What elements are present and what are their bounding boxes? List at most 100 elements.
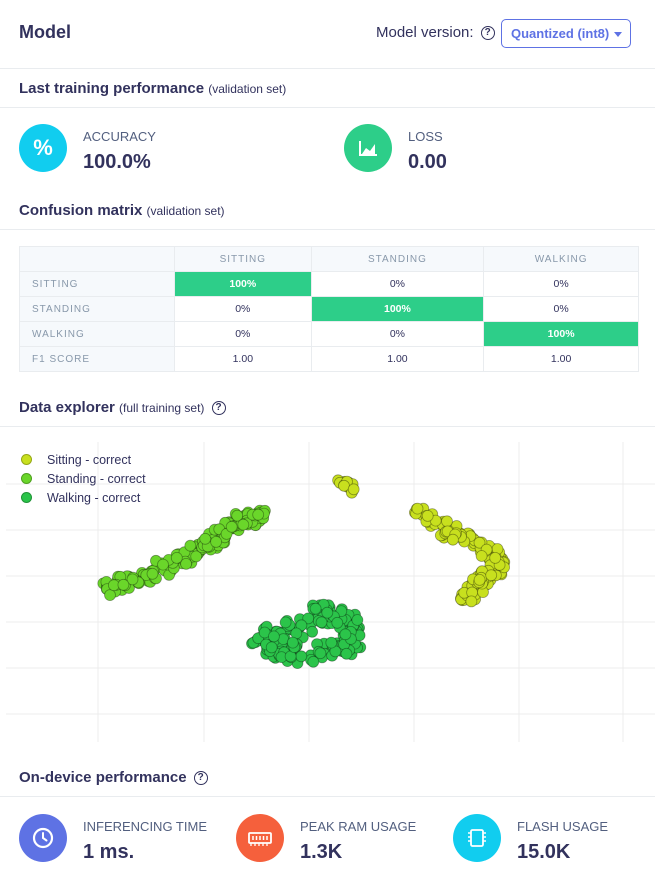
row-header: WALKING	[19, 321, 175, 347]
scatter-point	[314, 647, 327, 660]
page-title: Model	[19, 22, 71, 42]
help-icon[interactable]: ?	[480, 26, 495, 41]
scatter-point	[340, 647, 353, 660]
matrix-cell: 0%	[483, 296, 639, 322]
scatter-point	[485, 569, 498, 582]
model-version-text: Model version:	[376, 24, 474, 41]
scatter-point	[199, 532, 212, 545]
divider	[0, 68, 655, 69]
table-row: WALKING 0% 0% 100%	[19, 321, 639, 347]
accuracy-value: 100.0%	[83, 151, 151, 173]
confusion-heading-text: Confusion matrix	[19, 202, 143, 219]
legend-label: Sitting - correct	[47, 452, 132, 467]
scatter-point	[146, 567, 159, 580]
scatter-point	[411, 502, 424, 515]
training-heading-sub: (validation set)	[208, 82, 287, 96]
scatter-point	[446, 533, 459, 546]
scatter-point	[295, 650, 308, 663]
scatter-point	[184, 539, 197, 552]
divider	[0, 229, 655, 230]
model-version-label: Model version: ?	[376, 24, 495, 41]
column-header: STANDING	[310, 246, 485, 272]
legend-item[interactable]: Walking - correct	[21, 488, 146, 507]
accuracy-label: ACCURACY	[83, 129, 156, 144]
confusion-heading: Confusion matrix (validation set)	[19, 202, 225, 219]
scatter-point	[421, 510, 434, 522]
scatter-point	[279, 616, 292, 629]
legend-label: Walking - correct	[47, 490, 141, 505]
legend-item[interactable]: Standing - correct	[21, 469, 146, 488]
scatter-point	[252, 508, 265, 521]
divider	[0, 796, 655, 797]
matrix-cell: 100%	[310, 296, 485, 322]
training-heading-text: Last training performance	[19, 80, 205, 97]
scatter-point	[331, 616, 344, 629]
scatter-point	[286, 636, 299, 649]
scatter-point	[465, 595, 478, 608]
help-icon[interactable]: ?	[211, 401, 226, 416]
legend-label: Standing - correct	[47, 471, 146, 486]
legend-item[interactable]: Sitting - correct	[21, 450, 146, 469]
f1-cell: 1.00	[174, 346, 312, 372]
ondevice-heading-text: On-device performance	[19, 769, 187, 786]
explorer-heading-text: Data explorer	[19, 399, 115, 416]
matrix-cell: 0%	[310, 321, 485, 347]
model-version-select[interactable]: Quantized (int8)	[501, 19, 631, 48]
svg-text:%: %	[33, 135, 53, 160]
chip-icon	[453, 814, 501, 862]
ram-value: 1.3K	[300, 841, 343, 863]
row-header: STANDING	[19, 296, 175, 322]
matrix-cell: 0%	[174, 321, 312, 347]
percent-icon: %	[19, 124, 67, 172]
ram-label: PEAK RAM USAGE	[300, 819, 417, 834]
scatter-point	[351, 614, 364, 626]
table-row: F1 SCORE 1.00 1.00 1.00	[19, 346, 639, 372]
explorer-heading: Data explorer (full training set) ?	[19, 399, 226, 416]
confusion-matrix-table: SITTING STANDING WALKING SITTING 100% 0%…	[19, 246, 639, 372]
row-header: F1 SCORE	[19, 346, 175, 372]
matrix-cell: 0%	[483, 271, 639, 297]
scatter-point	[473, 573, 486, 586]
clock-icon	[19, 814, 67, 862]
help-icon[interactable]: ?	[193, 771, 208, 786]
scatter-point	[210, 536, 223, 548]
matrix-cell: 100%	[174, 271, 312, 297]
legend-swatch	[21, 492, 32, 503]
scatter-point	[339, 628, 352, 641]
legend-swatch	[21, 454, 32, 465]
loss-value: 0.00	[408, 151, 447, 173]
flash-label: FLASH USAGE	[517, 819, 609, 834]
scatter-point	[157, 558, 169, 571]
scatter-point	[225, 520, 238, 533]
explorer-heading-sub: (full training set)	[119, 401, 205, 415]
scatter-point	[321, 606, 334, 619]
scatter-point	[347, 483, 360, 496]
column-header: SITTING	[174, 246, 312, 272]
f1-cell: 1.00	[483, 346, 639, 372]
column-header: WALKING	[483, 246, 639, 272]
matrix-cell: 0%	[310, 271, 485, 297]
table-row: STANDING 0% 100% 0%	[19, 296, 639, 322]
chevron-down-icon	[614, 32, 622, 37]
scatter-point	[170, 552, 183, 564]
row-header: SITTING	[19, 271, 175, 297]
scatter-point	[267, 630, 280, 643]
inferencing-label: INFERENCING TIME	[83, 819, 207, 834]
scatter-point	[237, 518, 250, 531]
legend-swatch	[21, 473, 32, 484]
scatter-point	[104, 589, 116, 602]
confusion-heading-sub: (validation set)	[146, 204, 225, 218]
f1-cell: 1.00	[310, 346, 485, 372]
matrix-cell: 0%	[174, 296, 312, 322]
corner-cell	[19, 246, 175, 272]
matrix-cell: 100%	[483, 321, 639, 347]
scatter-point	[315, 616, 328, 629]
inferencing-value: 1 ms.	[83, 841, 135, 863]
table-header-row: SITTING STANDING WALKING	[19, 246, 639, 272]
training-heading: Last training performance (validation se…	[19, 80, 286, 97]
memory-icon	[236, 814, 284, 862]
model-version-value: Quantized (int8)	[511, 26, 610, 41]
ondevice-heading: On-device performance ?	[19, 769, 208, 786]
model-header: Model Model version: ? Quantized (int8)	[0, 0, 655, 68]
scatter-point	[117, 578, 130, 591]
